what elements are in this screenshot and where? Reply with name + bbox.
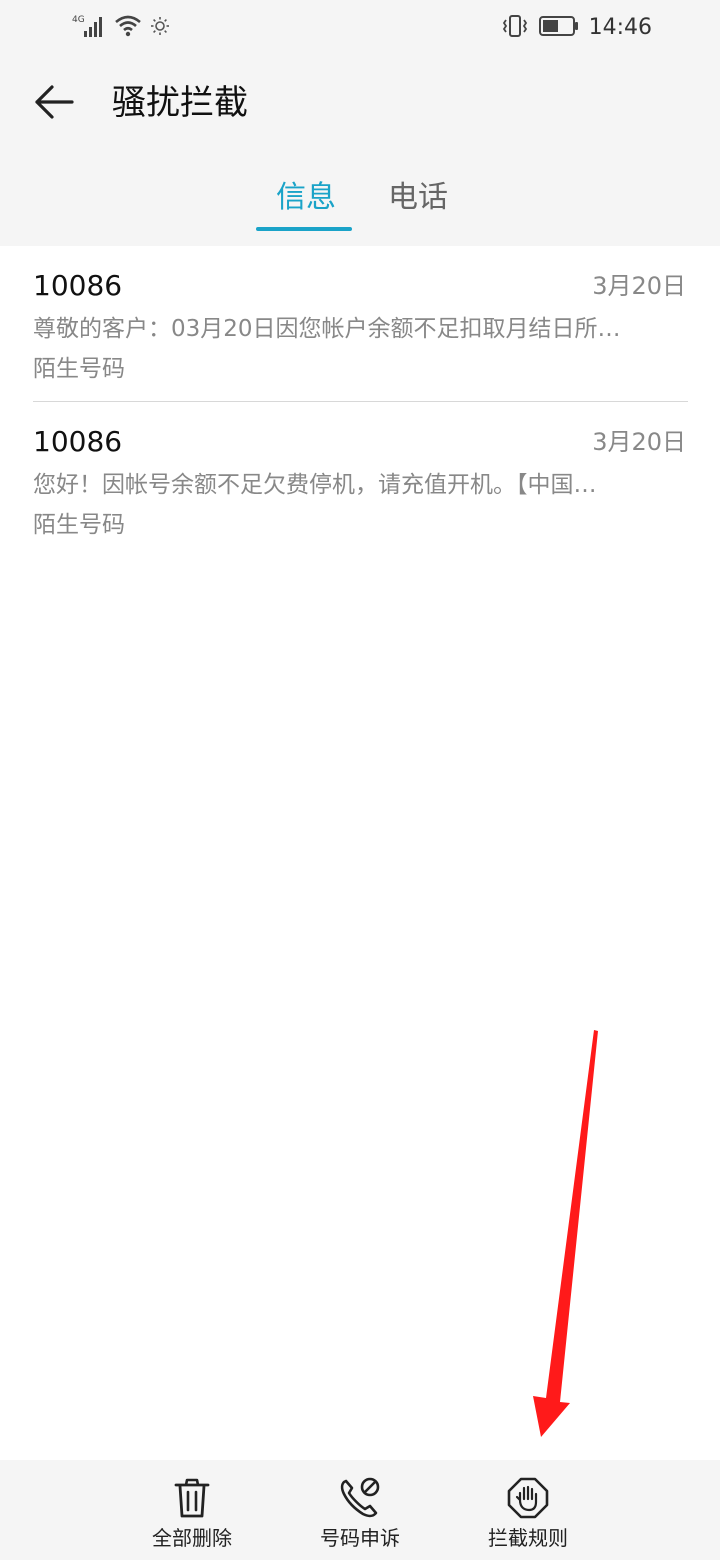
tab-selected-indicator (256, 227, 352, 231)
message-sender: 10086 (33, 269, 123, 302)
status-bar: 4G 14:46 (0, 0, 720, 56)
list-item[interactable]: 10086 3月20日 尊敬的客户：03月20日因您帐户余额不足扣取月结日所… … (0, 246, 720, 402)
message-date: 3月20日 (592, 272, 686, 300)
tab-calls[interactable]: 电话 (388, 176, 448, 220)
message-tag: 陌生号码 (33, 356, 125, 382)
status-left: 4G (72, 12, 170, 44)
bottom-toolbar: 全部删除 号码申诉 拦截规则 (0, 1460, 720, 1560)
status-right: 14:46 (501, 12, 652, 44)
trash-icon (170, 1476, 214, 1520)
wifi-icon (114, 14, 142, 42)
delete-all-label: 全部删除 (152, 1526, 232, 1550)
block-rules-button[interactable]: 拦截规则 (458, 1460, 598, 1560)
number-appeal-label: 号码申诉 (320, 1526, 400, 1550)
phone-block-icon (338, 1476, 382, 1520)
vibrate-icon (501, 14, 529, 42)
battery-icon (538, 15, 579, 41)
back-button[interactable] (24, 74, 84, 134)
message-sender: 10086 (33, 425, 123, 458)
arrow-left-icon (34, 84, 74, 124)
block-rules-label: 拦截规则 (488, 1526, 568, 1550)
message-date: 3月20日 (592, 428, 686, 456)
app-bar: 骚扰拦截 (0, 56, 720, 150)
tab-messages[interactable]: 信息 (276, 176, 336, 220)
number-appeal-button[interactable]: 号码申诉 (290, 1460, 430, 1560)
signal-icon: 4G (72, 13, 106, 43)
message-tag: 陌生号码 (33, 512, 125, 538)
message-preview: 您好！因帐号余额不足欠费停机，请充值开机。【中国… (33, 472, 597, 498)
page-title: 骚扰拦截 (112, 83, 248, 123)
status-time: 14:46 (588, 15, 652, 40)
delete-all-button[interactable]: 全部删除 (122, 1460, 262, 1560)
message-preview: 尊敬的客户：03月20日因您帐户余额不足扣取月结日所… (33, 316, 621, 342)
message-list: 10086 3月20日 尊敬的客户：03月20日因您帐户余额不足扣取月结日所… … (0, 246, 720, 558)
network-type-label: 4G (72, 15, 85, 25)
tab-bar: 信息 电话 (0, 150, 720, 246)
hand-stop-icon (506, 1476, 550, 1520)
list-item[interactable]: 10086 3月20日 您好！因帐号余额不足欠费停机，请充值开机。【中国… 陌生… (0, 402, 720, 558)
brightness-icon (150, 16, 170, 40)
